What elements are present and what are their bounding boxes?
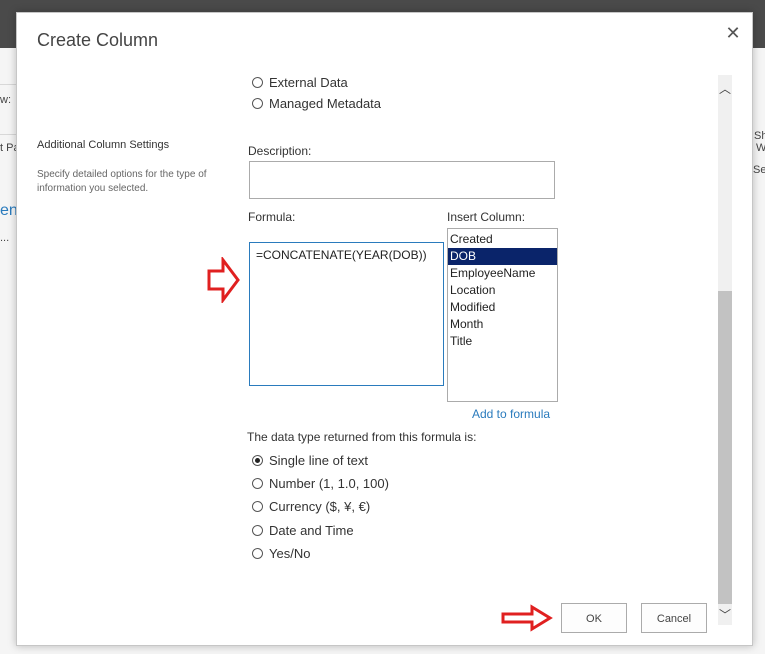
ok-button[interactable]: OK [561, 603, 627, 633]
radio-circle[interactable] [252, 77, 263, 88]
formula-label: Formula: [248, 210, 296, 224]
bg-text-left-1: w: [0, 94, 11, 106]
bg-text-right-1: Sha [754, 130, 765, 142]
radio-number[interactable]: Number (1, 1.0, 100) [252, 476, 389, 491]
annotation-arrow-right-icon [207, 257, 240, 303]
add-to-formula-link[interactable]: Add to formula [472, 407, 550, 421]
annotation-arrow-ok-icon [501, 604, 553, 632]
radio-circle[interactable] [252, 98, 263, 109]
radio-label: Yes/No [269, 546, 311, 561]
return-type-label: The data type returned from this formula… [247, 430, 477, 444]
radio-currency[interactable]: Currency ($, ¥, €) [252, 499, 370, 514]
list-item-title[interactable]: Title [448, 333, 557, 350]
list-item-created[interactable]: Created [448, 231, 557, 248]
radio-label: Date and Time [269, 523, 354, 538]
close-icon[interactable]: ✕ [723, 23, 743, 43]
radio-label: Single line of text [269, 453, 369, 468]
list-item-month[interactable]: Month [448, 316, 557, 333]
radio-single-line-text[interactable]: Single line of text [252, 453, 368, 468]
create-column-dialog: Create Column ✕ External Data Managed Me… [16, 12, 753, 646]
radio-circle[interactable] [252, 525, 263, 536]
cancel-button[interactable]: Cancel [641, 603, 707, 633]
formula-textarea[interactable]: =CONCATENATE(YEAR(DOB)) [249, 242, 444, 386]
list-item-location[interactable]: Location [448, 282, 557, 299]
radio-circle-checked[interactable] [252, 455, 263, 466]
radio-date-time[interactable]: Date and Time [252, 523, 354, 538]
radio-label: Managed Metadata [269, 96, 382, 111]
additional-settings-title: Additional Column Settings [37, 139, 170, 151]
radio-external-data[interactable]: External Data [252, 75, 348, 90]
radio-label: External Data [269, 75, 348, 90]
bg-text-left-4: ... [0, 232, 10, 244]
scroll-up-icon[interactable]: ︿ [718, 81, 732, 97]
bg-divider [0, 134, 16, 135]
radio-label: Currency ($, ¥, €) [269, 499, 371, 514]
list-item-modified[interactable]: Modified [448, 299, 557, 316]
description-label: Description: [248, 144, 312, 158]
insert-column-listbox[interactable]: Created DOB EmployeeName Location Modifi… [447, 228, 558, 402]
vertical-scrollbar[interactable]: ︿ ﹀ [718, 75, 732, 625]
insert-column-label: Insert Column: [447, 210, 526, 224]
bg-text-right-3: Set [753, 164, 765, 176]
bg-text-right-2: W [756, 142, 765, 154]
scroll-down-icon[interactable]: ﹀ [718, 607, 732, 623]
dialog-title: Create Column [37, 30, 159, 50]
scroll-thumb[interactable] [718, 291, 732, 604]
radio-circle[interactable] [252, 548, 263, 559]
description-textarea[interactable] [249, 161, 555, 199]
additional-settings-description: Specify detailed options for the type of… [37, 169, 207, 194]
radio-managed-metadata[interactable]: Managed Metadata [252, 96, 381, 111]
radio-label: Number (1, 1.0, 100) [269, 476, 389, 491]
bg-divider [0, 84, 16, 85]
list-item-employeename[interactable]: EmployeeName [448, 265, 557, 282]
radio-circle[interactable] [252, 501, 263, 512]
list-item-dob[interactable]: DOB [448, 248, 557, 265]
radio-circle[interactable] [252, 478, 263, 489]
radio-yes-no[interactable]: Yes/No [252, 546, 310, 561]
